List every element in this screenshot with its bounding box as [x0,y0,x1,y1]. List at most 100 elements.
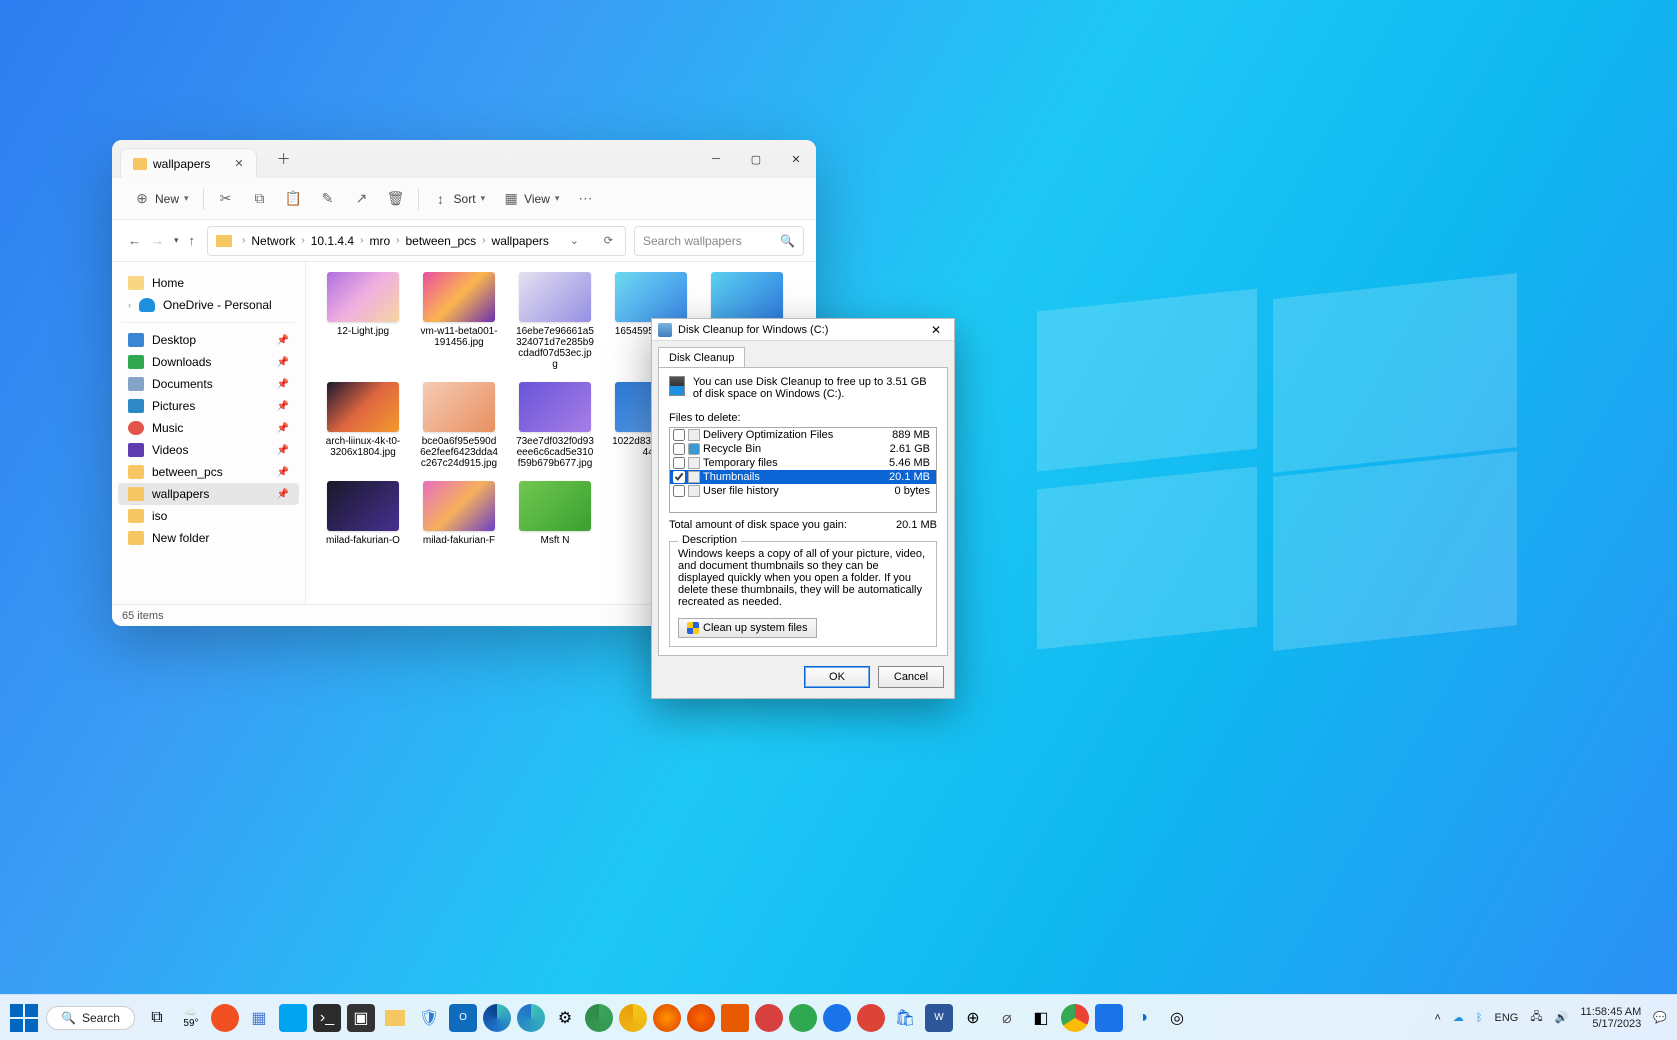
search-input[interactable]: Search wallpapers 🔍 [634,226,804,256]
taskbar-search[interactable]: 🔍 Search [46,1006,135,1030]
recent-dropdown[interactable]: ▾ [174,235,179,246]
edge-beta-icon[interactable] [517,1004,545,1032]
terminal-icon[interactable]: ▣ [347,1004,375,1032]
settings-icon[interactable]: ⚙ [551,1004,579,1032]
file-item[interactable]: milad-fakurian-F [420,481,498,546]
forward-button[interactable]: → [151,233,164,248]
outlook-icon[interactable]: O [449,1004,477,1032]
close-window-button[interactable]: ✕ [776,140,816,178]
app-icon[interactable]: ◎ [1163,1004,1191,1032]
nav-music[interactable]: Music📌 [118,417,299,439]
view-button[interactable]: ▦ View ▾ [495,187,567,211]
file-item[interactable]: Msft N [516,481,594,546]
cleanup-item[interactable]: Thumbnails20.1 MB [670,470,936,484]
ok-button[interactable]: OK [804,666,870,688]
notifications-icon[interactable]: 💬 [1653,1011,1667,1024]
onedrive-tray-icon[interactable]: ☁ [1453,1011,1464,1024]
cleanup-item[interactable]: Delivery Optimization Files889 MB [670,428,936,442]
refresh-button[interactable]: ⟳ [600,234,617,247]
cut-button[interactable]: ✂ [210,187,242,211]
edge-dev-icon[interactable] [585,1004,613,1032]
maximize-button[interactable]: ▢ [736,140,776,178]
app-icon[interactable] [857,1004,885,1032]
nav-wallpapers[interactable]: wallpapers📌 [118,483,299,505]
nav-onedrive[interactable]: ›OneDrive - Personal [118,294,299,316]
tray-chevron-icon[interactable]: ˄ [1434,1012,1440,1024]
nav-pictures[interactable]: Pictures📌 [118,395,299,417]
cancel-button[interactable]: Cancel [878,666,944,688]
dialog-titlebar[interactable]: Disk Cleanup for Windows (C:) ✕ [652,319,954,341]
close-tab-icon[interactable]: ✕ [234,157,243,170]
breadcrumb[interactable]: › Network› 10.1.4.4› mro› between_pcs› w… [207,226,626,256]
file-item[interactable]: arch-liinux-4k-t0-3206x1804.jpg [324,382,402,469]
sort-button[interactable]: ↕ Sort ▾ [425,187,494,211]
cleanup-checkbox[interactable] [673,443,685,455]
app-icon[interactable] [721,1004,749,1032]
explorer-titlebar[interactable]: wallpapers ✕ ＋ ─ ▢ ✕ [112,140,816,178]
nav-documents[interactable]: Documents📌 [118,373,299,395]
tab-disk-cleanup[interactable]: Disk Cleanup [658,347,745,367]
weather-widget[interactable]: ☁️59° [177,1004,205,1032]
app-icon[interactable]: ›_ [313,1004,341,1032]
file-item[interactable]: 73ee7df032f0d93eee6c6cad5e310f59b679b677… [516,382,594,469]
nav-between-pcs[interactable]: between_pcs📌 [118,461,299,483]
app-icon[interactable]: ◧ [1027,1004,1055,1032]
file-item[interactable]: bce0a6f95e590d6e2feef6423dda4c267c24d915… [420,382,498,469]
more-button[interactable]: ⋯ [569,187,601,211]
edge-icon[interactable] [483,1004,511,1032]
app-icon[interactable] [687,1004,715,1032]
minimize-button[interactable]: ─ [696,140,736,178]
cleanup-item[interactable]: Temporary files5.46 MB [670,456,936,470]
bluetooth-icon[interactable]: ᛒ [1476,1012,1483,1024]
cleanup-checkbox[interactable] [673,471,685,483]
nav-downloads[interactable]: Downloads📌 [118,351,299,373]
network-icon[interactable]: 🖧 [1530,1008,1542,1027]
file-item[interactable]: 16ebe7e96661a5324071d7e285b9cdadf07d53ec… [516,272,594,370]
path-dropdown[interactable]: ⌄ [566,234,583,247]
language-indicator[interactable]: ENG [1495,1012,1519,1024]
app-icon[interactable] [755,1004,783,1032]
nav-videos[interactable]: Videos📌 [118,439,299,461]
app-icon[interactable]: ◑ [1129,1004,1157,1032]
taskbar-clock[interactable]: 11:58:45 AM 5/17/2023 [1580,1006,1641,1030]
files-to-delete-list[interactable]: Delivery Optimization Files889 MBRecycle… [669,427,937,513]
app-icon[interactable] [1095,1004,1123,1032]
copy-button[interactable]: ⧉ [244,187,276,211]
new-tab-button[interactable]: ＋ [271,149,297,169]
delete-button[interactable]: 🗑 [380,187,412,211]
nav-iso[interactable]: iso [118,505,299,527]
firefox-icon[interactable] [653,1004,681,1032]
file-explorer-icon[interactable] [381,1004,409,1032]
back-button[interactable]: ← [128,233,141,248]
clean-up-system-files-button[interactable]: Clean up system files [678,618,817,638]
app-icon[interactable]: ▦ [245,1004,273,1032]
share-button[interactable]: ↗ [346,187,378,211]
close-dialog-button[interactable]: ✕ [924,323,948,337]
rename-button[interactable]: ✎ [312,187,344,211]
new-button[interactable]: ⊕ New ▾ [126,187,197,211]
cleanup-item[interactable]: User file history0 bytes [670,484,936,498]
file-item[interactable]: milad-fakurian-O [324,481,402,546]
app-icon[interactable] [789,1004,817,1032]
task-view-button[interactable]: ⧉ [143,1004,171,1032]
paste-button[interactable]: 📋 [278,187,310,211]
app-icon[interactable]: ⌀ [993,1004,1021,1032]
app-icon[interactable] [279,1004,307,1032]
chrome-icon[interactable] [1061,1004,1089,1032]
app-icon[interactable] [823,1004,851,1032]
defender-icon[interactable]: 🛡 [415,1004,443,1032]
file-item[interactable]: vm-w11-beta001-191456.jpg [420,272,498,370]
nav-new-folder[interactable]: New folder [118,527,299,549]
cleanup-checkbox[interactable] [673,485,685,497]
up-button[interactable]: ↑ [189,233,196,248]
cleanup-checkbox[interactable] [673,429,685,441]
start-button[interactable] [10,1004,38,1032]
edge-canary-icon[interactable] [619,1004,647,1032]
nav-home[interactable]: Home [118,272,299,294]
explorer-tab[interactable]: wallpapers ✕ [120,148,257,178]
volume-icon[interactable]: 🔊 [1555,1011,1569,1024]
nav-desktop[interactable]: Desktop📌 [118,329,299,351]
file-item[interactable]: 12-Light.jpg [324,272,402,370]
app-icon[interactable]: ⊕ [959,1004,987,1032]
app-icon[interactable] [211,1004,239,1032]
